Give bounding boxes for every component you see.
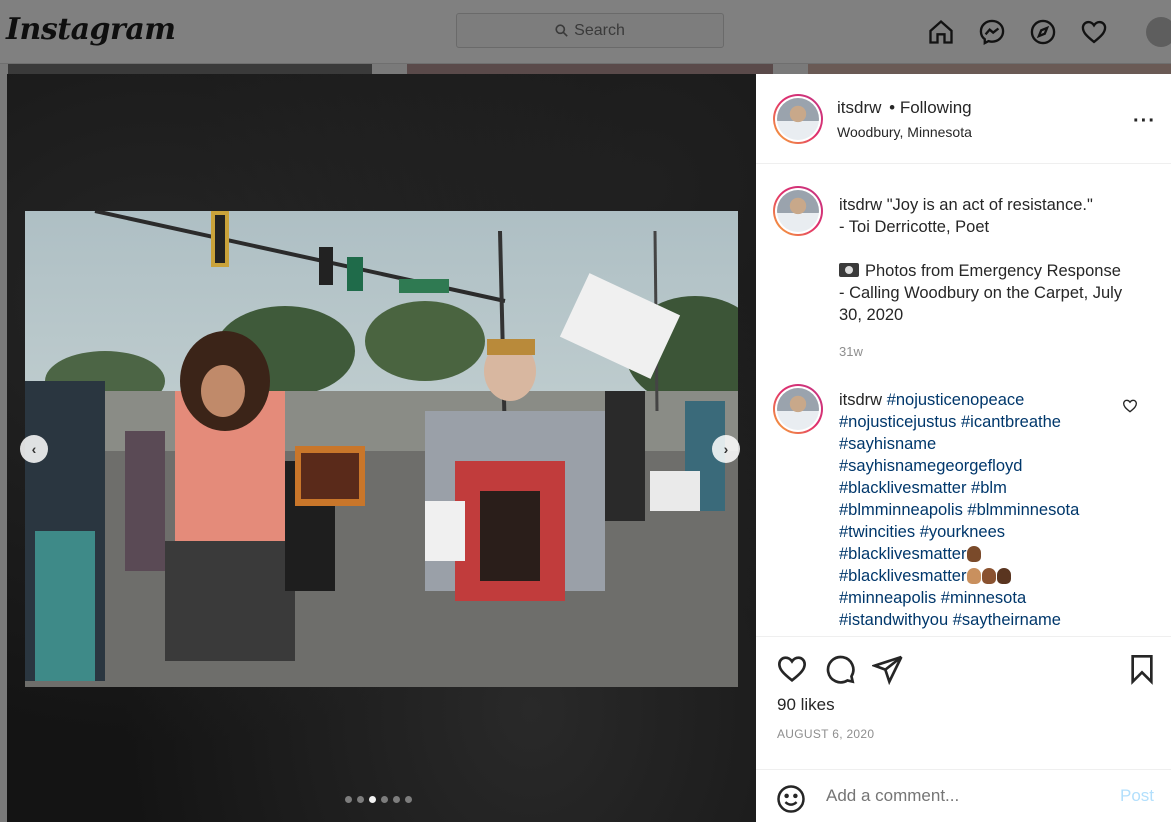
feed-thumbnail bbox=[407, 64, 773, 74]
hashtag-link[interactable]: #twincities #yourknees bbox=[839, 521, 1144, 543]
hashtag-link[interactable]: #istandwithyou #saytheirname bbox=[839, 609, 1144, 631]
like-icon[interactable] bbox=[776, 653, 808, 690]
carousel-prev-button[interactable]: ‹ bbox=[20, 435, 48, 463]
caption-line: "Joy is an act of resistance." bbox=[886, 196, 1093, 214]
search-placeholder: Search bbox=[574, 21, 625, 39]
hashtag-link[interactable]: #nojusticenopeace bbox=[887, 391, 1025, 409]
more-options-icon[interactable]: ··· bbox=[1133, 110, 1156, 133]
raised-fist-emoji-icon bbox=[967, 568, 982, 584]
author-username[interactable]: itsdrw bbox=[837, 98, 881, 117]
top-nav: Instagram Search bbox=[0, 0, 1171, 64]
carousel-dot-active[interactable] bbox=[369, 796, 376, 803]
post-header: itsdrw • Following Woodbury, Minnesota ·… bbox=[756, 74, 1171, 164]
hashtag-link[interactable]: #nojusticejustus #icantbreathe bbox=[839, 411, 1144, 433]
hashtag-link[interactable]: #blacklivesmatter bbox=[839, 567, 966, 585]
commenter-avatar[interactable] bbox=[773, 384, 823, 434]
carousel-indicators bbox=[345, 796, 412, 803]
raised-fist-emoji-icon bbox=[982, 568, 997, 584]
carousel-dot[interactable] bbox=[345, 796, 352, 803]
hashtag-link[interactable]: #blacklivesmatter bbox=[839, 545, 966, 563]
carousel-dot[interactable] bbox=[381, 796, 388, 803]
caption-line: Photos from Emergency Response bbox=[865, 262, 1121, 280]
hashtag-link[interactable]: #blacklivesmatter #blm bbox=[839, 477, 1144, 499]
post-media-area: ‹ › bbox=[7, 74, 756, 822]
author-line: itsdrw • Following bbox=[837, 98, 972, 118]
caption-age[interactable]: 31w bbox=[839, 344, 863, 359]
post-location[interactable]: Woodbury, Minnesota bbox=[837, 124, 972, 140]
search-icon bbox=[555, 24, 568, 37]
carousel-next-button[interactable]: › bbox=[712, 435, 740, 463]
author-avatar[interactable] bbox=[773, 94, 823, 144]
action-icons bbox=[776, 653, 904, 690]
post-side-panel: itsdrw • Following Woodbury, Minnesota ·… bbox=[756, 74, 1171, 822]
carousel-dot[interactable] bbox=[393, 796, 400, 803]
carousel-dot[interactable] bbox=[405, 796, 412, 803]
following-status[interactable]: • Following bbox=[889, 98, 972, 117]
post-comment-button[interactable]: Post bbox=[1120, 786, 1154, 806]
caption-username[interactable]: itsdrw bbox=[839, 196, 882, 214]
comments-list: itsdrw "Joy is an act of resistance." - … bbox=[756, 164, 1171, 636]
add-comment-input[interactable] bbox=[826, 786, 1096, 806]
save-bookmark-icon[interactable] bbox=[1126, 653, 1158, 690]
feed-thumbnail bbox=[808, 64, 1171, 74]
comment-like-icon[interactable] bbox=[1122, 398, 1138, 414]
hashtag-link[interactable]: #minneapolis #minnesota bbox=[839, 587, 1144, 609]
home-icon[interactable] bbox=[924, 15, 958, 49]
caption-line: 30, 2020 bbox=[839, 306, 904, 324]
caption-text: itsdrw "Joy is an act of resistance." - … bbox=[839, 194, 1144, 326]
chevron-left-icon: ‹ bbox=[31, 441, 37, 457]
raised-fist-emoji-icon bbox=[967, 546, 982, 562]
caption-line: - Toi Derricotte, Poet bbox=[839, 218, 990, 236]
post-photo[interactable] bbox=[25, 211, 738, 687]
instagram-logo[interactable]: Instagram bbox=[6, 12, 176, 47]
caption-line: - Calling Woodbury on the Carpet, July bbox=[839, 284, 1123, 302]
hashtag-link[interactable]: #sayhisnamegeorgefloyd bbox=[839, 455, 1144, 477]
chevron-right-icon: › bbox=[723, 441, 729, 457]
hashtag-link[interactable]: #blmminneapolis #blmminnesota bbox=[839, 499, 1144, 521]
post-actions: 90 likes AUGUST 6, 2020 Post bbox=[756, 636, 1171, 822]
nav-icons bbox=[924, 15, 1111, 49]
likes-count[interactable]: 90 likes bbox=[777, 695, 835, 715]
post-date[interactable]: AUGUST 6, 2020 bbox=[777, 727, 874, 741]
share-icon[interactable] bbox=[870, 653, 904, 690]
raised-fist-emoji-icon bbox=[997, 568, 1012, 584]
search-input[interactable]: Search bbox=[456, 13, 724, 48]
activity-heart-icon[interactable] bbox=[1077, 15, 1111, 49]
messenger-icon[interactable] bbox=[975, 15, 1009, 49]
comment-composer: Post bbox=[756, 769, 1171, 822]
profile-avatar[interactable] bbox=[1146, 17, 1171, 47]
comment-text: itsdrw #nojusticenopeace #nojusticejustu… bbox=[839, 389, 1144, 631]
camera-emoji-icon bbox=[839, 263, 859, 277]
hashtag-link[interactable]: #sayhisname bbox=[839, 433, 1144, 455]
author-avatar[interactable] bbox=[773, 186, 823, 236]
comment-username[interactable]: itsdrw bbox=[839, 391, 882, 409]
comment-icon[interactable] bbox=[824, 653, 856, 690]
feed-thumbnail bbox=[8, 64, 372, 74]
carousel-dot[interactable] bbox=[357, 796, 364, 803]
explore-icon[interactable] bbox=[1026, 15, 1060, 49]
emoji-icon[interactable] bbox=[776, 784, 806, 819]
